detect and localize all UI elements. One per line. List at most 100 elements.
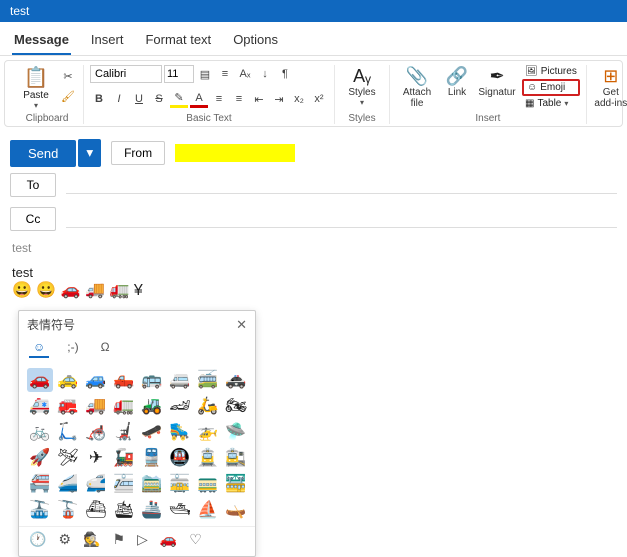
pictures-button[interactable]: 🖼Pictures — [522, 65, 580, 78]
attach-file-button[interactable]: 📎 Attach file — [396, 65, 438, 109]
indent-dec-icon[interactable]: ⇤ — [250, 90, 268, 108]
emoji-cell[interactable]: 🚄 — [55, 472, 81, 496]
emoji-cell[interactable]: 🚚 — [83, 394, 109, 418]
close-icon[interactable]: ✕ — [236, 317, 247, 333]
send-button[interactable]: Send — [10, 140, 76, 167]
emoji-cell[interactable]: 🚢 — [139, 498, 165, 522]
font-size-select[interactable] — [164, 65, 194, 83]
emoji-button[interactable]: ☺Emoji — [522, 79, 580, 96]
paste-button[interactable]: 📋 Paste ▾ — [17, 65, 55, 110]
emoji-cell[interactable]: 🚕 — [55, 368, 81, 392]
emoji-cell[interactable]: 🚐 — [167, 368, 193, 392]
emoji-footer-item[interactable]: 🕵 — [83, 531, 100, 548]
emoji-cell[interactable]: 🚓 — [223, 368, 249, 392]
emoji-footer-item[interactable]: ⚑ — [112, 531, 125, 548]
table-button[interactable]: ▦Table▾ — [522, 97, 580, 110]
emoji-cell[interactable]: 🚑 — [27, 394, 53, 418]
emoji-cell[interactable]: 🚋 — [167, 472, 193, 496]
emoji-cell[interactable]: 🚙 — [83, 368, 109, 392]
link-button[interactable]: 🔗 Link — [442, 65, 472, 98]
emoji-cell[interactable]: 🚌 — [139, 368, 165, 392]
emoji-cell[interactable]: 🚅 — [83, 472, 109, 496]
subject-field[interactable]: test — [12, 241, 615, 255]
emoji-cell[interactable]: 🛶 — [223, 498, 249, 522]
paragraph-icon[interactable]: ¶ — [276, 65, 294, 83]
subscript-icon[interactable]: x₂ — [290, 90, 308, 108]
emoji-cell[interactable]: ✈ — [83, 446, 109, 470]
emoji-cell[interactable]: 🚝 — [27, 472, 53, 496]
emoji-cell[interactable]: 🚁 — [195, 420, 221, 444]
emoji-cell[interactable]: 🛴 — [55, 420, 81, 444]
cut-icon[interactable]: ✂ — [59, 67, 77, 85]
emoji-cell[interactable]: 🚆 — [139, 446, 165, 470]
emoji-cell[interactable]: 🚲 — [27, 420, 53, 444]
bold-button[interactable]: B — [90, 90, 108, 108]
emoji-cell[interactable]: 🛩 — [55, 446, 81, 470]
emoji-cell[interactable]: 🚗 — [27, 368, 53, 392]
emoji-cell[interactable]: 🏎 — [167, 394, 193, 418]
emoji-cell[interactable]: 🚡 — [55, 498, 81, 522]
superscript-icon[interactable]: x² — [310, 90, 328, 108]
emoji-cell[interactable]: 🦼 — [111, 420, 137, 444]
emoji-cell[interactable]: 🚟 — [223, 472, 249, 496]
tab-format-text[interactable]: Format text — [143, 28, 213, 55]
to-button[interactable]: To — [10, 173, 56, 197]
emoji-cat-symbols[interactable]: Ω — [97, 338, 114, 358]
emoji-cell[interactable]: 🚜 — [139, 394, 165, 418]
styles-button[interactable]: Aᵧ Styles ▾ — [341, 65, 383, 107]
indent-inc-icon[interactable]: ⇥ — [270, 90, 288, 108]
emoji-cell[interactable]: 🚀 — [27, 446, 53, 470]
emoji-cell[interactable]: 🚛 — [111, 394, 137, 418]
get-addins-button[interactable]: ⊞ Get add-ins — [593, 65, 627, 109]
emoji-cell[interactable]: 🛹 — [139, 420, 165, 444]
emoji-cell[interactable]: 🛻 — [111, 368, 137, 392]
numbering-icon[interactable]: ≡ — [216, 65, 234, 83]
format-painter-icon[interactable]: 🖌 — [59, 87, 77, 105]
emoji-cell[interactable]: ⛴ — [83, 498, 109, 522]
emoji-cell[interactable]: 🚈 — [111, 472, 137, 496]
message-body[interactable]: test 😀 😀 🚗 🚚 🚛 ¥ — [12, 265, 615, 300]
tab-message[interactable]: Message — [12, 28, 71, 55]
italic-button[interactable]: I — [110, 90, 128, 108]
align-center-icon[interactable]: ≡ — [230, 90, 248, 108]
emoji-cell[interactable]: 🛵 — [195, 394, 221, 418]
emoji-cell[interactable]: 🛳 — [111, 498, 137, 522]
emoji-cell[interactable]: 🛼 — [167, 420, 193, 444]
emoji-footer-item[interactable]: 🚗 — [160, 531, 177, 548]
cc-button[interactable]: Cc — [10, 207, 56, 231]
align-left-icon[interactable]: ≡ — [210, 90, 228, 108]
emoji-cell[interactable]: 🚃 — [195, 472, 221, 496]
emoji-footer-item[interactable]: ♡ — [189, 531, 202, 548]
underline-button[interactable]: U — [130, 90, 148, 108]
emoji-cat-text[interactable]: ;-) — [63, 338, 82, 358]
emoji-cell[interactable]: 🚒 — [55, 394, 81, 418]
tab-options[interactable]: Options — [231, 28, 280, 55]
send-options-button[interactable]: ▾ — [78, 139, 101, 167]
clear-format-icon[interactable]: Aₓ — [236, 65, 254, 83]
emoji-cell[interactable]: 🚉 — [223, 446, 249, 470]
to-input[interactable] — [66, 176, 617, 194]
bullets-icon[interactable]: ▤ — [196, 65, 214, 83]
emoji-cell[interactable]: 🚂 — [111, 446, 137, 470]
highlight-icon[interactable]: ✎ — [170, 90, 188, 108]
tab-insert[interactable]: Insert — [89, 28, 126, 55]
emoji-footer-item[interactable]: ▷ — [137, 531, 148, 548]
emoji-cell[interactable]: 🏍 — [223, 394, 249, 418]
cc-input[interactable] — [66, 210, 617, 228]
emoji-cell[interactable]: 🚇 — [167, 446, 193, 470]
emoji-cell[interactable]: 🛸 — [223, 420, 249, 444]
font-name-select[interactable] — [90, 65, 162, 83]
font-color-icon[interactable]: A — [190, 90, 208, 108]
from-button[interactable]: From — [111, 141, 165, 165]
emoji-cat-smiley[interactable]: ☺ — [29, 338, 49, 358]
signature-button[interactable]: ✒ Signatur — [476, 65, 518, 98]
emoji-cell[interactable]: 🚞 — [139, 472, 165, 496]
emoji-cell[interactable]: 🚊 — [195, 446, 221, 470]
emoji-footer-item[interactable]: ⚙ — [58, 531, 71, 548]
emoji-cell[interactable]: 🦽 — [83, 420, 109, 444]
emoji-cell[interactable]: ⛵ — [195, 498, 221, 522]
strike-button[interactable]: S — [150, 90, 168, 108]
emoji-cell[interactable]: 🚎 — [195, 368, 221, 392]
emoji-footer-item[interactable]: 🕐 — [29, 531, 46, 548]
sort-icon[interactable]: ↓ — [256, 65, 274, 83]
